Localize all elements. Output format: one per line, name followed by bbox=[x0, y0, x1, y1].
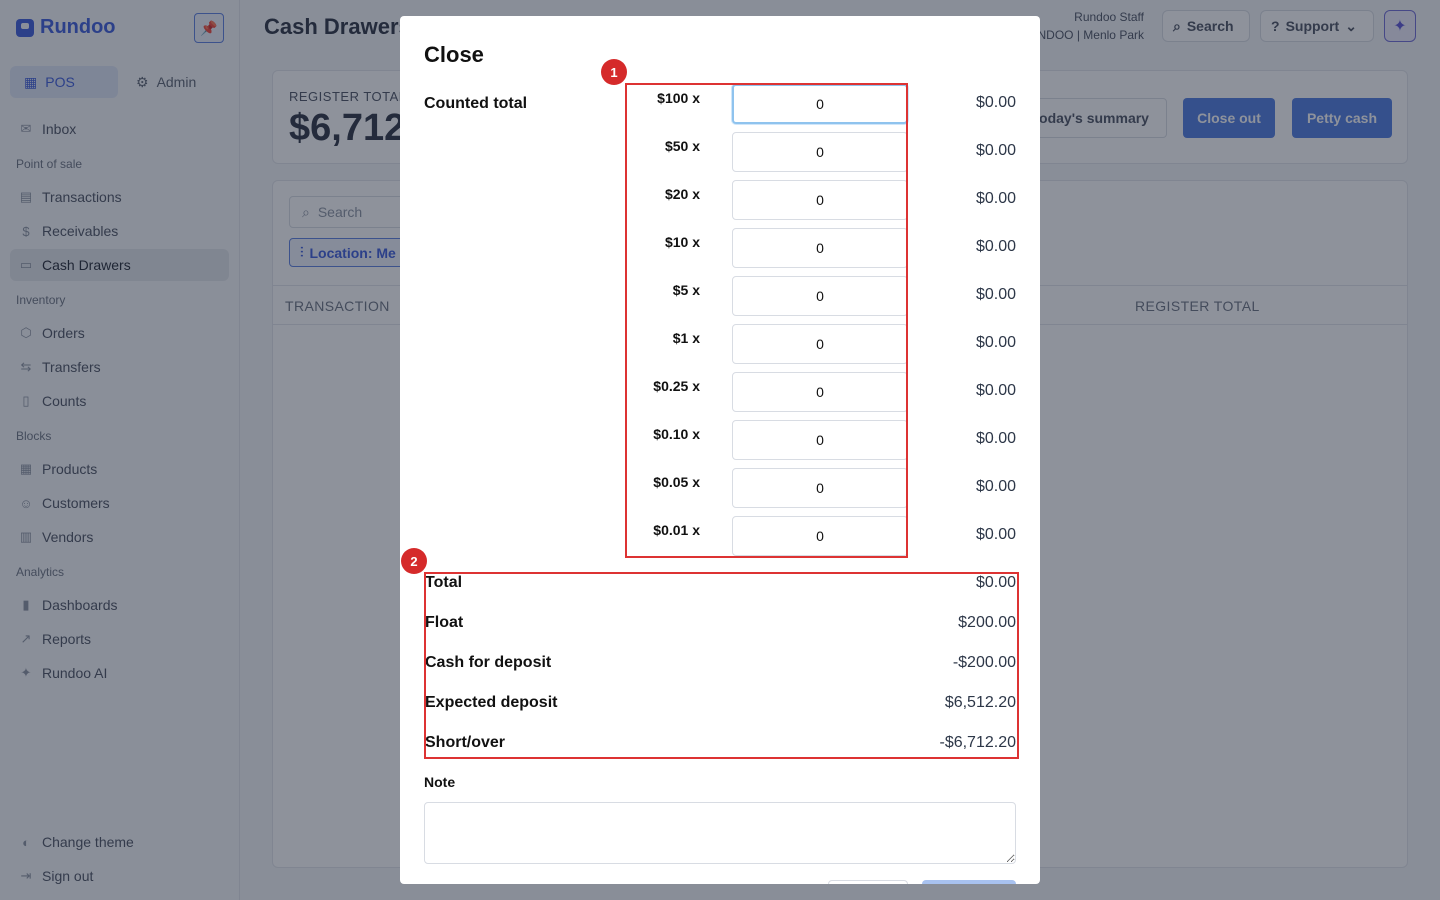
annotation-badge-1: 1 bbox=[601, 59, 627, 85]
denomination-amount: $0.00 bbox=[975, 526, 1016, 543]
counted-total-label: Counted total bbox=[424, 95, 528, 112]
denomination-amount: $0.00 bbox=[975, 238, 1016, 255]
denomination-amount: $0.00 bbox=[975, 190, 1016, 207]
annotation-box-2 bbox=[424, 572, 1019, 759]
denomination-amount: $0.00 bbox=[975, 142, 1016, 159]
denomination-amount: $0.00 bbox=[975, 382, 1016, 399]
denomination-amount: $0.00 bbox=[975, 94, 1016, 111]
cancel-button[interactable] bbox=[828, 880, 908, 884]
denomination-amount: $0.00 bbox=[975, 478, 1016, 495]
annotation-badge-2: 2 bbox=[401, 548, 427, 574]
denomination-amount: $0.00 bbox=[975, 334, 1016, 351]
submit-button[interactable] bbox=[922, 880, 1016, 884]
close-drawer-modal: Close Counted total $100 x $0.00 $50 x $… bbox=[400, 16, 1040, 884]
note-label: Note bbox=[424, 774, 456, 790]
note-textarea[interactable] bbox=[424, 802, 1016, 864]
denomination-amount: $0.00 bbox=[975, 286, 1016, 303]
modal-title: Close bbox=[424, 42, 484, 67]
annotation-box-1 bbox=[625, 83, 908, 558]
denomination-amount: $0.00 bbox=[975, 430, 1016, 447]
